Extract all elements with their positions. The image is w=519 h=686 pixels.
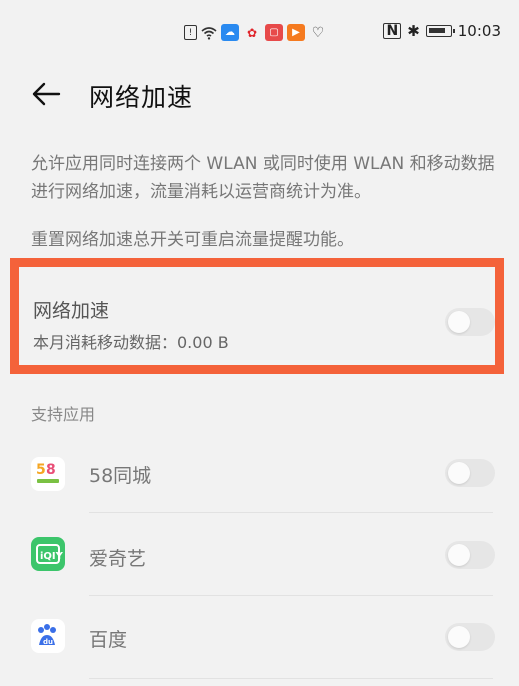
app-toggle[interactable] [445, 459, 495, 487]
status-bar: ! ☁ ✿ ▢ ▶ ♡ N ✱ 10:03 [0, 0, 519, 66]
network-acceleration-toggle[interactable] [445, 308, 495, 336]
app-name: 爱奇艺 [89, 548, 147, 570]
network-acceleration-title: 网络加速 [33, 300, 110, 322]
orange-app-icon: ▶ [287, 24, 305, 41]
list-item[interactable]: du 百度 [0, 597, 519, 679]
status-time: 10:03 [457, 22, 501, 40]
wifi-icon [201, 24, 217, 41]
red-app-icon: ▢ [265, 24, 283, 41]
list-item[interactable]: 5 8 58同城 [0, 435, 519, 513]
description-text: 允许应用同时连接两个 WLAN 或同时使用 WLAN 和移动数据进行网络加速，流… [31, 154, 495, 202]
toggle-knob [448, 544, 470, 566]
mobile-data-usage: 本月消耗移动数据：0.00 B [33, 333, 229, 352]
svg-text:du: du [43, 638, 53, 646]
toggle-knob [448, 311, 470, 333]
app-bar: 网络加速 [0, 66, 519, 122]
supported-apps-label: 支持应用 [31, 405, 96, 424]
list-item[interactable]: iQIY 爱奇艺 [0, 515, 519, 596]
status-right: N ✱ 10:03 [383, 22, 501, 40]
arrow-left-icon [32, 82, 61, 106]
reset-hint-text: 重置网络加速总开关可重启流量提醒功能。 [31, 230, 354, 250]
toggle-knob [448, 626, 470, 648]
notification-icons: ! ☁ ✿ ▢ ▶ ♡ [184, 24, 327, 41]
heart-icon: ♡ [311, 24, 325, 41]
svg-text:8: 8 [46, 462, 56, 478]
toggle-knob [448, 462, 470, 484]
bluetooth-icon: ✱ [407, 22, 420, 40]
nfc-icon: N [383, 23, 402, 39]
battery-icon [425, 25, 455, 37]
back-button[interactable] [28, 78, 64, 110]
58-tongcheng-icon: 5 8 [31, 457, 65, 491]
app-toggle[interactable] [445, 623, 495, 651]
app-name: 百度 [89, 629, 128, 651]
iqiyi-icon: iQIY [31, 537, 65, 571]
huawei-icon: ✿ [246, 25, 258, 40]
divider [89, 678, 493, 679]
divider [89, 512, 493, 513]
page-title: 网络加速 [89, 83, 194, 112]
cloud-app-icon: ☁ [221, 24, 239, 41]
app-toggle[interactable] [445, 541, 495, 569]
app-name: 58同城 [89, 465, 152, 487]
svg-text:5: 5 [36, 462, 46, 478]
baidu-icon: du [31, 619, 65, 653]
divider [89, 595, 493, 596]
alert-icon: ! [184, 25, 197, 40]
svg-text:iQIY: iQIY [40, 551, 64, 562]
